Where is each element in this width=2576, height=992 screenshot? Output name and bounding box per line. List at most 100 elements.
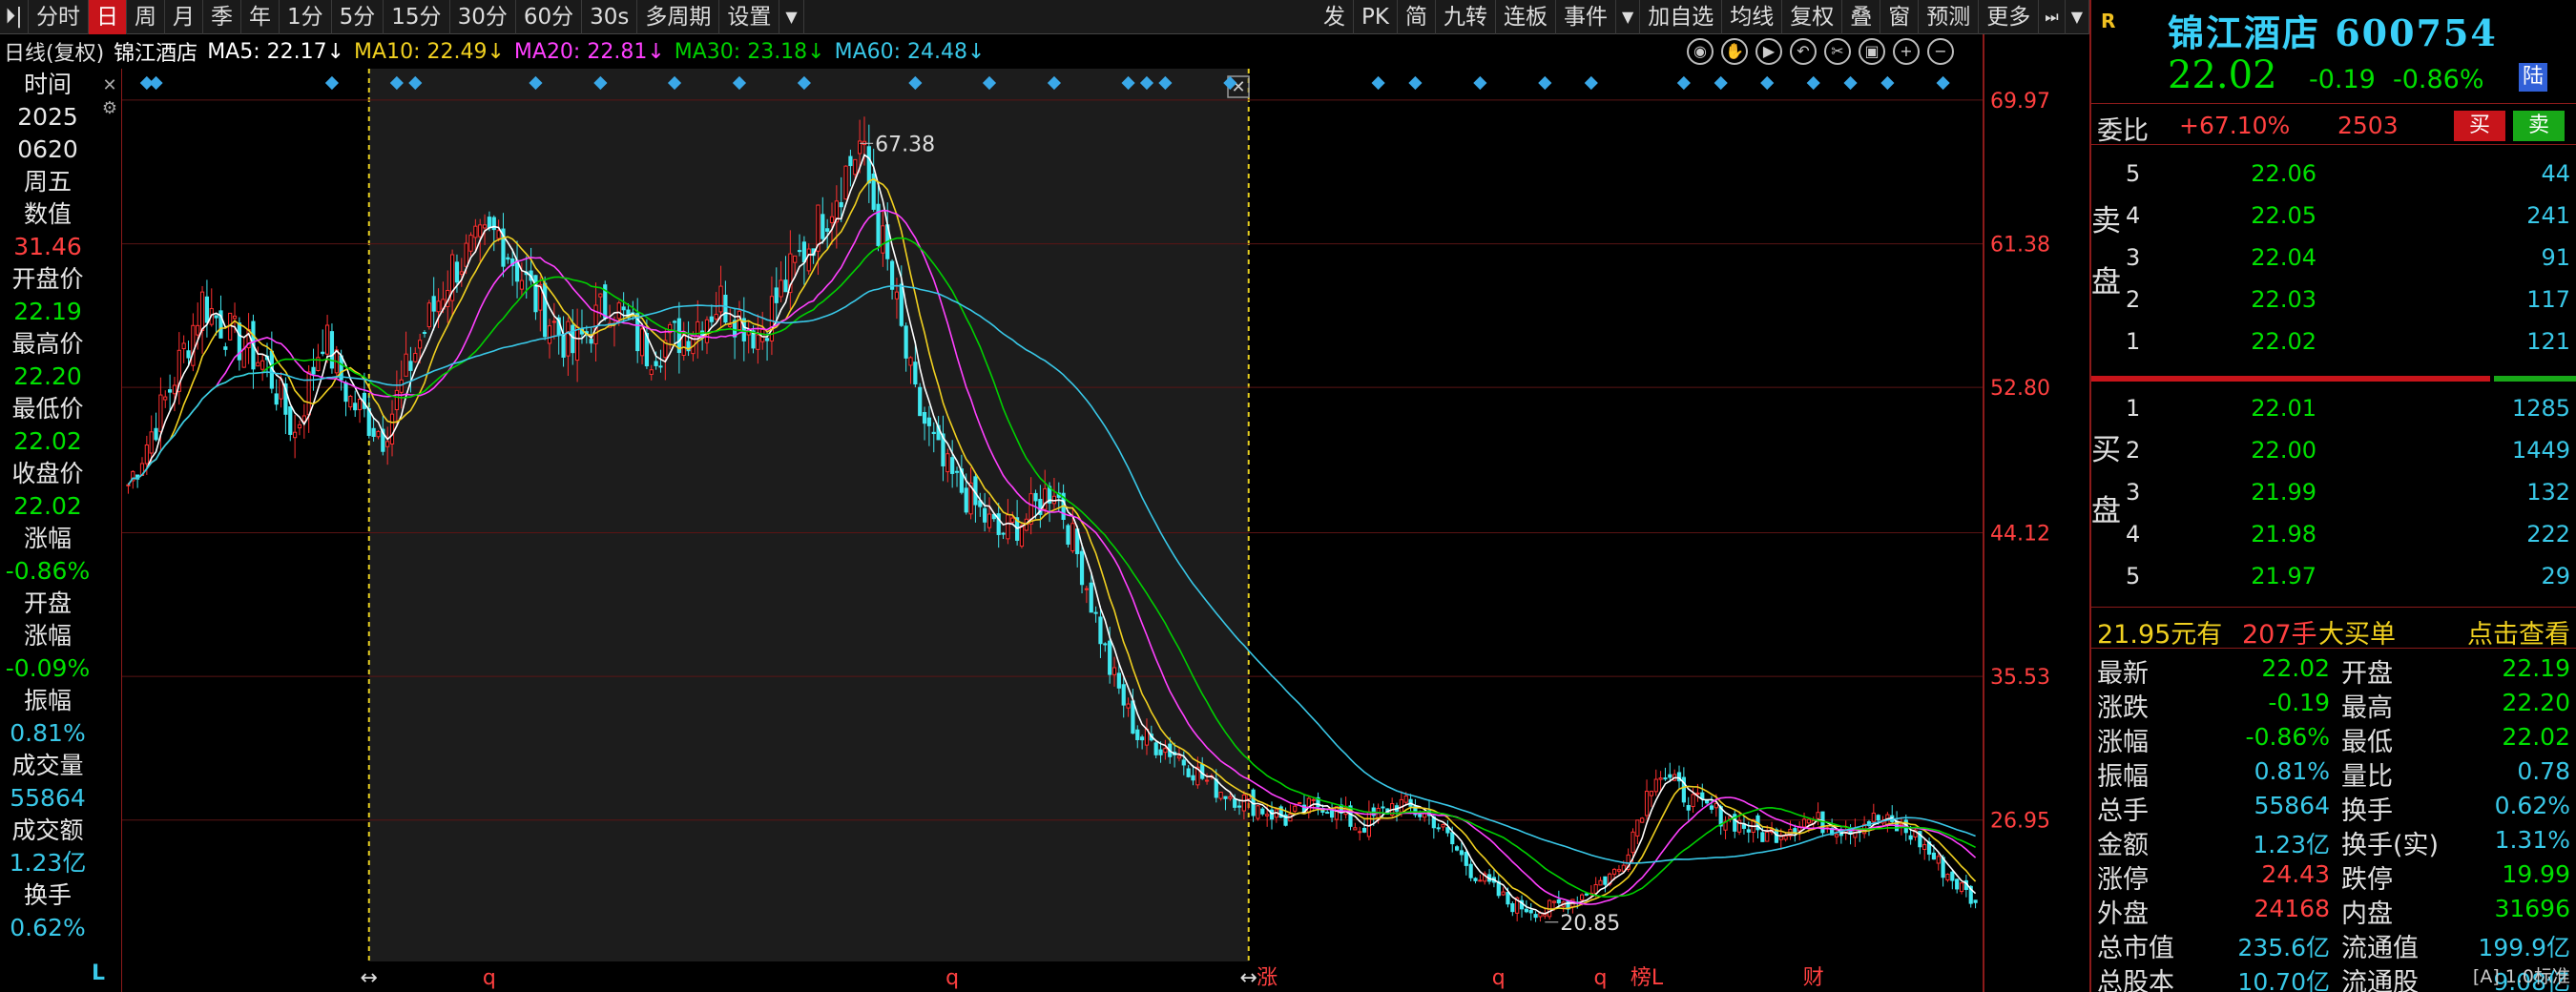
event-marker-icon[interactable] bbox=[1760, 75, 1775, 91]
candle-body bbox=[1598, 879, 1603, 886]
candle-body bbox=[1700, 792, 1705, 799]
crosshair-value: 55864 bbox=[10, 784, 86, 812]
event-marker-icon[interactable] bbox=[1806, 75, 1820, 91]
toolbar-tool[interactable]: 连板 bbox=[1496, 0, 1556, 34]
bottom-event-marker[interactable]: q bbox=[945, 966, 959, 990]
toolbar-tool[interactable]: 预测 bbox=[1919, 0, 1980, 34]
toolbar-tool[interactable]: PK bbox=[1354, 0, 1398, 34]
scissors-icon[interactable]: ✂ bbox=[1824, 38, 1851, 65]
event-marker-icon[interactable] bbox=[1408, 75, 1423, 91]
bottom-event-marker[interactable]: 榜L bbox=[1631, 966, 1664, 990]
event-marker-icon[interactable] bbox=[1880, 75, 1895, 91]
bottom-event-marker[interactable]: 财 bbox=[1803, 966, 1824, 990]
close-icon[interactable]: ✕ bbox=[99, 74, 120, 97]
ask-row[interactable]: 4 22.05 241 bbox=[2126, 195, 2570, 237]
stock-title: 锦江酒店 600754 bbox=[2168, 11, 2498, 54]
bid-row[interactable]: 3 21.99 132 bbox=[2126, 471, 2570, 513]
bottom-event-marker[interactable]: q bbox=[483, 966, 496, 990]
y-tick-label: 61.38 bbox=[1990, 234, 2050, 258]
ma60-label: MA60: 24.48↓ bbox=[834, 39, 986, 64]
candle-body bbox=[1950, 871, 1955, 881]
period-tab[interactable]: 30分 bbox=[450, 0, 516, 34]
bottom-event-marker[interactable]: ↔ bbox=[1240, 966, 1257, 990]
chart-type-label[interactable]: 日线(复权) bbox=[4, 36, 104, 67]
ask-row[interactable]: 2 22.03 117 bbox=[2126, 279, 2570, 320]
period-tab[interactable]: 60分 bbox=[516, 0, 583, 34]
candle-body bbox=[1510, 902, 1515, 913]
undo-icon[interactable]: ↶ bbox=[1790, 38, 1817, 65]
toolbar-tool[interactable]: 均线 bbox=[1722, 0, 1783, 34]
bid-row[interactable]: 5 21.97 29 bbox=[2126, 555, 2570, 597]
period-tab[interactable]: 周 bbox=[127, 0, 165, 34]
event-marker-icon[interactable] bbox=[1473, 75, 1487, 91]
zoom-in-icon[interactable]: + bbox=[1893, 38, 1920, 65]
event-marker-icon[interactable] bbox=[149, 75, 163, 91]
period-tab[interactable]: 5分 bbox=[332, 0, 384, 34]
panel-toggle-icon[interactable]: ⏵| bbox=[0, 0, 29, 34]
ask-row[interactable]: 5 22.06 44 bbox=[2126, 153, 2570, 195]
period-tab[interactable]: 月 bbox=[165, 0, 203, 34]
kline-chart[interactable]: ✕69.9761.3852.8044.1235.5326.9567.3820.8… bbox=[122, 69, 2089, 992]
toolbar-tool[interactable]: 更多 bbox=[1979, 0, 2040, 34]
play-icon[interactable]: ▶ bbox=[1755, 38, 1782, 65]
candle-body bbox=[598, 293, 603, 298]
toolbar-tool[interactable]: 复权 bbox=[1782, 0, 1843, 34]
toolbar-tool[interactable]: 窗 bbox=[1880, 0, 1920, 34]
period-tab[interactable]: 设置 bbox=[719, 0, 780, 34]
toolbar-tool[interactable]: 九转 bbox=[1436, 0, 1496, 34]
event-marker-icon[interactable] bbox=[1371, 75, 1385, 91]
period-tab[interactable]: 15分 bbox=[384, 0, 450, 34]
chevron-down-icon[interactable]: ▼ bbox=[779, 0, 804, 34]
buy-button[interactable]: 买 bbox=[2454, 111, 2505, 141]
bottom-event-marker[interactable]: 涨 bbox=[1257, 966, 1278, 990]
event-marker-icon[interactable] bbox=[1676, 75, 1691, 91]
event-marker-icon[interactable] bbox=[1538, 75, 1552, 91]
toolbar-tool[interactable]: 简 bbox=[1398, 0, 1436, 34]
sell-button[interactable]: 卖 bbox=[2513, 111, 2565, 141]
toolbar-tool[interactable]: 加自选 bbox=[1640, 0, 1723, 34]
event-marker-icon[interactable] bbox=[1584, 75, 1598, 91]
candle-body bbox=[181, 342, 186, 350]
bid-row[interactable]: 1 22.01 1285 bbox=[2126, 387, 2570, 429]
candle-body bbox=[889, 260, 895, 290]
period-tab[interactable]: 30s bbox=[582, 0, 638, 34]
period-tab[interactable]: 分时 bbox=[29, 0, 89, 34]
bid-row[interactable]: 2 22.00 1449 bbox=[2126, 429, 2570, 471]
toolbar-tool[interactable]: 发 bbox=[1316, 0, 1355, 34]
chevron-down-icon[interactable]: ▼ bbox=[1616, 0, 1641, 34]
view-detail-link[interactable]: 点击查看 bbox=[2467, 613, 2570, 651]
period-tab[interactable]: 季 bbox=[203, 0, 241, 34]
candle-body bbox=[533, 275, 538, 313]
zoom-out-icon[interactable]: − bbox=[1927, 38, 1954, 65]
eye-icon[interactable]: ◉ bbox=[1687, 38, 1714, 65]
candle-body bbox=[853, 158, 858, 176]
toolbar-tool[interactable]: 叠 bbox=[1842, 0, 1881, 34]
lock-icon[interactable]: ▣ bbox=[1859, 38, 1885, 65]
bid-row[interactable]: 4 21.98 222 bbox=[2126, 513, 2570, 555]
stat-v2: 19.99 bbox=[2502, 860, 2570, 888]
toolbar-tool[interactable]: 事件 bbox=[1556, 0, 1616, 34]
ask-row[interactable]: 1 22.02 121 bbox=[2126, 320, 2570, 362]
candle-body bbox=[1691, 794, 1695, 808]
bottom-event-marker[interactable]: q bbox=[1594, 966, 1608, 990]
candle-body bbox=[954, 470, 960, 473]
big-order-banner[interactable]: 21.95元有 207手 大买单 点击查看 bbox=[2091, 607, 2576, 651]
gear-icon[interactable]: ⚙ bbox=[99, 97, 120, 120]
ask-row[interactable]: 3 22.04 91 bbox=[2126, 237, 2570, 279]
period-tab[interactable]: 1分 bbox=[280, 0, 332, 34]
event-marker-icon[interactable] bbox=[1714, 75, 1728, 91]
hand-icon[interactable]: ✋ bbox=[1721, 38, 1748, 65]
bottom-event-marker[interactable]: q bbox=[1492, 966, 1506, 990]
event-marker-icon[interactable] bbox=[1936, 75, 1950, 91]
period-tab[interactable]: 年 bbox=[241, 0, 280, 34]
bottom-event-marker[interactable]: ↔ bbox=[361, 966, 378, 990]
period-tab[interactable]: 日 bbox=[89, 0, 127, 34]
candle-body bbox=[983, 507, 987, 523]
order-lvl: 4 bbox=[2126, 202, 2141, 229]
period-tab[interactable]: 多周期 bbox=[637, 0, 720, 34]
event-marker-icon[interactable] bbox=[1843, 75, 1858, 91]
event-marker-icon[interactable] bbox=[324, 75, 340, 91]
candle-body bbox=[881, 225, 885, 254]
skip-end-icon[interactable]: ⏭ bbox=[2039, 0, 2066, 34]
chevron-down-icon[interactable]: ▼ bbox=[2066, 0, 2089, 34]
